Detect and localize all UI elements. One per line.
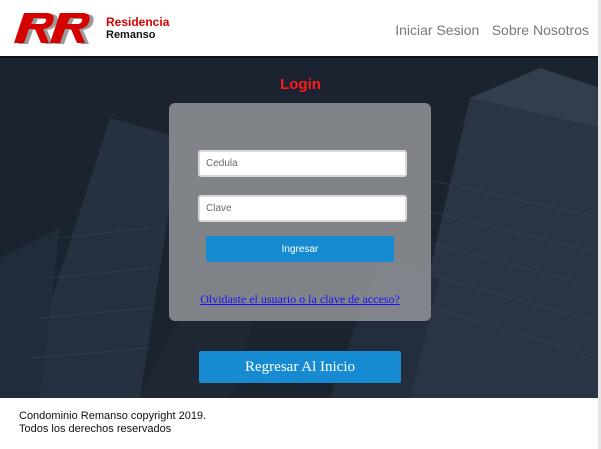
forgot-credentials-link[interactable]: Olvidaste el usuario o la clave de acces… (169, 292, 431, 307)
ingresar-button[interactable]: Ingresar (206, 236, 394, 262)
footer-copyright: Condominio Remanso copyright 2019. (19, 410, 207, 422)
back-to-home-button[interactable]: Regresar Al Inicio (199, 351, 401, 383)
rr-logo-icon (14, 13, 94, 44)
clave-input[interactable] (198, 195, 407, 222)
brand-name-line1: Residencia (106, 15, 170, 29)
hero-section: Login Ingresar Olvidaste el usuario o la… (0, 58, 601, 398)
nav-link-iniciar-sesion[interactable]: Iniciar Sesion (395, 22, 479, 38)
top-nav: Iniciar Sesion Sobre Nosotros (387, 22, 589, 40)
site-footer: Condominio Remanso copyright 2019. Todos… (0, 398, 601, 449)
footer-rights: Todos los derechos reservados (19, 423, 172, 435)
brand-logo[interactable]: Residencia Remanso (12, 10, 169, 46)
login-title: Login (280, 76, 321, 93)
nav-link-sobre-nosotros[interactable]: Sobre Nosotros (492, 22, 589, 38)
login-card: Ingresar Olvidaste el usuario o la clave… (169, 103, 431, 321)
site-header: Residencia Remanso Iniciar Sesion Sobre … (0, 0, 601, 58)
cedula-input[interactable] (198, 150, 407, 177)
brand-name-line2: Remanso (106, 29, 156, 41)
